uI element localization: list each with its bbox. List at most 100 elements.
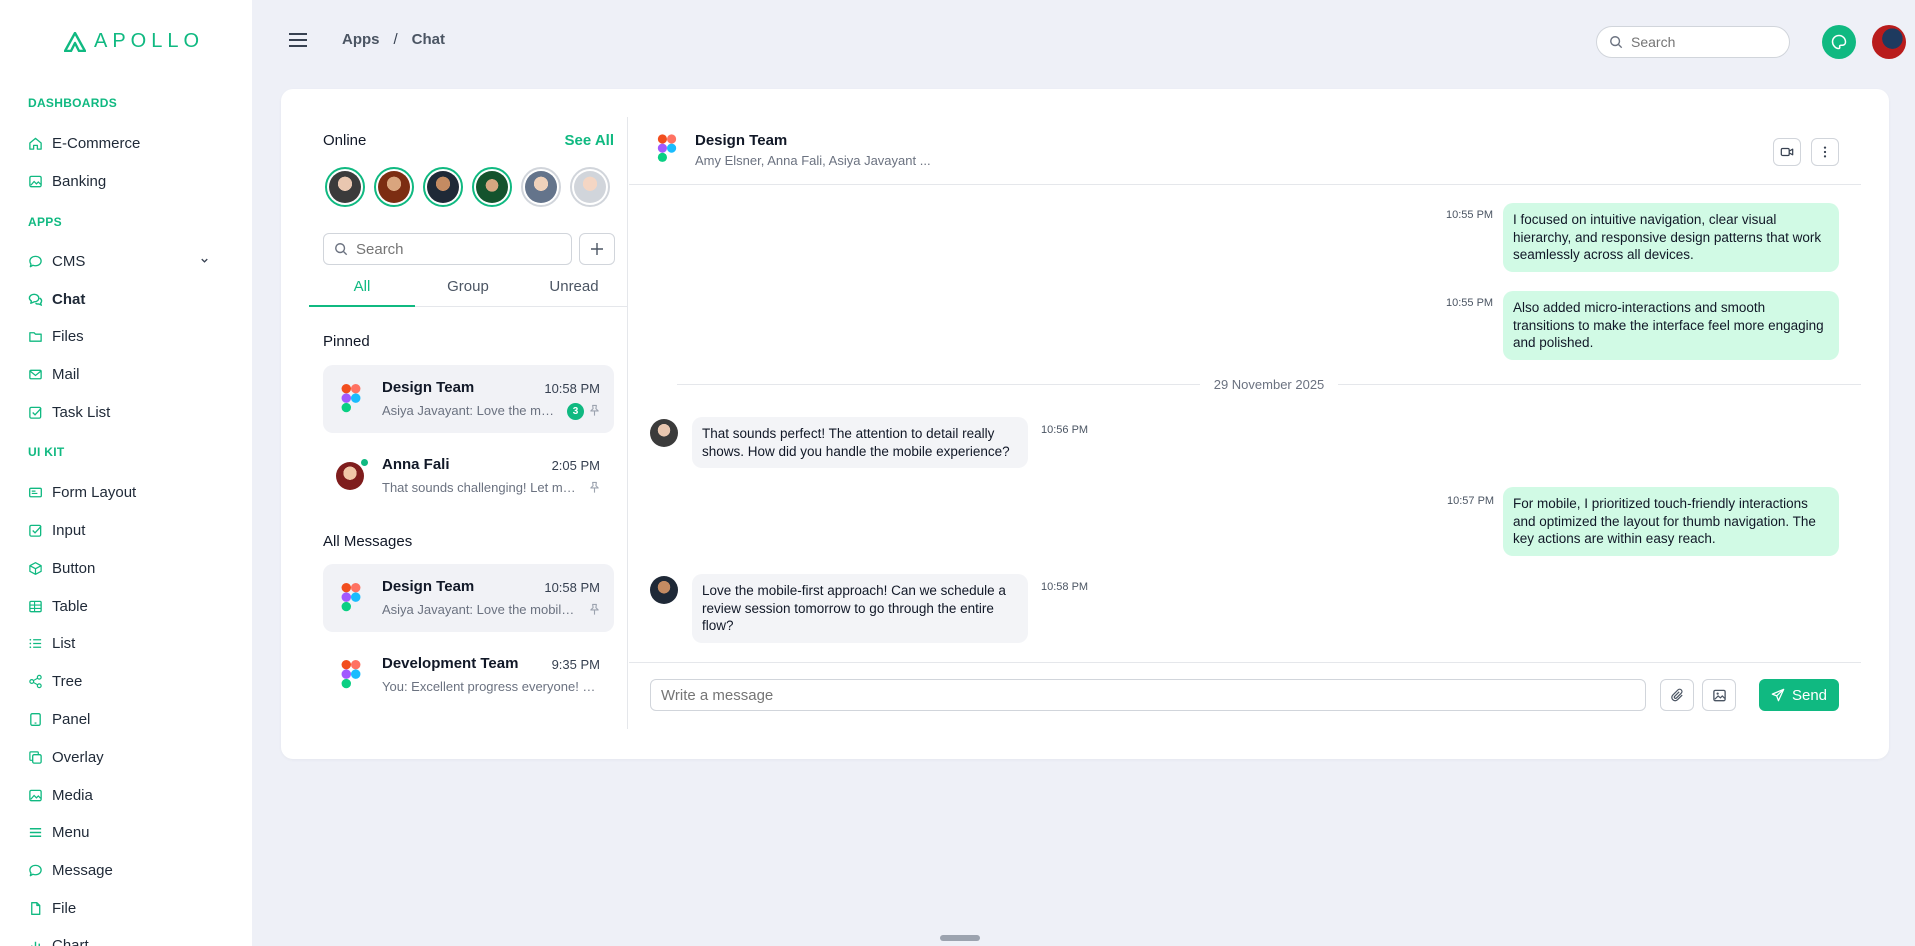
message-time: 10:55 PM xyxy=(1446,297,1494,309)
breadcrumb-chat[interactable]: Chat xyxy=(412,31,445,48)
logo[interactable]: APOLLO xyxy=(64,30,204,53)
id-card-icon xyxy=(28,485,43,500)
sidebar-item-banking[interactable]: Banking xyxy=(28,167,228,195)
figma-logo-icon xyxy=(657,134,677,162)
sidebar-item-table[interactable]: Table xyxy=(28,592,228,620)
chat-card: Online See All All Group Unread Pinned D… xyxy=(281,89,1889,759)
box-icon xyxy=(28,561,43,576)
message-time: 10:57 PM xyxy=(1447,495,1495,507)
breadcrumb-separator: / xyxy=(393,31,398,48)
conversation-item[interactable]: Anna Fali 2:05 PM That sounds challengin… xyxy=(323,442,614,510)
more-vertical-icon xyxy=(1823,146,1827,158)
chat-members: Amy Elsner, Anna Fali, Asiya Javayant ..… xyxy=(695,153,931,168)
all-messages-title: All Messages xyxy=(323,533,413,550)
send-label: Send xyxy=(1791,686,1828,704)
section-ui-kit: UI KIT xyxy=(28,445,65,459)
sidebar-item-button[interactable]: Button xyxy=(28,554,228,582)
figma-logo-icon xyxy=(341,383,361,413)
menu-icon xyxy=(28,825,43,840)
unread-badge: 3 xyxy=(567,403,584,420)
online-avatar[interactable] xyxy=(472,167,512,207)
sidebar-item-media[interactable]: Media xyxy=(28,781,228,809)
send-icon xyxy=(1771,688,1785,702)
pin-icon[interactable] xyxy=(588,404,601,417)
image-upload-button[interactable] xyxy=(1702,679,1736,711)
conversation-time: 9:35 PM xyxy=(551,657,600,672)
online-avatar[interactable] xyxy=(374,167,414,207)
online-avatar[interactable] xyxy=(423,167,463,207)
chevron-down-icon[interactable] xyxy=(199,255,210,266)
tab-unread[interactable]: Unread xyxy=(521,274,627,306)
conversation-preview: That sounds challenging! Let me know if … xyxy=(382,480,582,495)
sidebar-item-panel[interactable]: Panel xyxy=(28,705,228,733)
sender-avatar[interactable] xyxy=(650,419,678,447)
sender-avatar[interactable] xyxy=(650,576,678,604)
attach-button[interactable] xyxy=(1660,679,1694,711)
conversation-search[interactable] xyxy=(323,233,572,265)
sidebar-item-input[interactable]: Input xyxy=(28,516,228,544)
checkbox-icon xyxy=(28,523,43,538)
message-bubble-incoming: That sounds perfect! The attention to de… xyxy=(692,417,1028,469)
hamburger-menu-icon[interactable] xyxy=(288,32,308,48)
pin-icon[interactable] xyxy=(588,603,601,616)
theme-palette-button[interactable] xyxy=(1822,25,1856,59)
global-search-input[interactable] xyxy=(1631,34,1771,50)
global-search[interactable] xyxy=(1596,26,1790,58)
image-icon xyxy=(28,788,43,803)
more-options-button[interactable] xyxy=(1811,138,1839,166)
online-avatar[interactable] xyxy=(325,167,365,207)
topbar: Apps / Chat xyxy=(252,0,1915,84)
sidebar-item-tree[interactable]: Tree xyxy=(28,667,228,695)
sidebar-item-chat[interactable]: Chat xyxy=(28,285,228,313)
online-avatar[interactable] xyxy=(521,167,561,207)
sidebar-item-e-commerce[interactable]: E-Commerce xyxy=(28,129,228,157)
list-icon xyxy=(28,636,43,651)
tab-group[interactable]: Group xyxy=(415,274,521,306)
chat-bubble-icon xyxy=(28,863,43,878)
video-call-button[interactable] xyxy=(1773,138,1801,166)
sidebar-item-mail[interactable]: Mail xyxy=(28,360,228,388)
conversation-search-input[interactable] xyxy=(356,240,556,258)
conversation-preview: Asiya Javayant: Love the mobile-first ap… xyxy=(382,602,580,617)
new-conversation-button[interactable] xyxy=(579,233,615,265)
online-avatar[interactable] xyxy=(570,167,610,207)
sidebar-item-files[interactable]: Files xyxy=(28,322,228,350)
message-bubble-incoming: Love the mobile-first approach! Can we s… xyxy=(692,574,1028,643)
message-time: 10:58 PM xyxy=(1041,581,1089,593)
mail-icon xyxy=(28,367,43,382)
conversation-item[interactable]: Development Team 9:35 PM You: Excellent … xyxy=(323,641,614,709)
breadcrumb-apps[interactable]: Apps xyxy=(342,31,380,48)
sidebar-item-menu[interactable]: Menu xyxy=(28,818,228,846)
sidebar-item-form-layout[interactable]: Form Layout xyxy=(28,478,228,506)
message-bubble-outgoing: Also added micro-interactions and smooth… xyxy=(1503,291,1839,360)
message-time: 10:56 PM xyxy=(1041,424,1089,436)
see-all-link[interactable]: See All xyxy=(565,132,614,149)
figma-logo-icon xyxy=(341,582,361,612)
conversation-preview: You: Excellent progress everyone! Keep i… xyxy=(382,679,602,694)
conversation-name: Anna Fali xyxy=(382,456,450,473)
message-input[interactable] xyxy=(650,679,1646,711)
sidebar-item-file[interactable]: File xyxy=(28,894,228,922)
search-icon xyxy=(1610,36,1623,49)
online-title: Online xyxy=(323,132,367,149)
conversation-item[interactable]: Design Team 10:58 PM Asiya Javayant: Lov… xyxy=(323,564,614,632)
tab-all[interactable]: All xyxy=(309,274,415,307)
sidebar-item-chart[interactable]: Chart xyxy=(28,931,228,946)
sidebar-item-task-list[interactable]: Task List xyxy=(28,398,228,426)
chat-title: Design Team xyxy=(695,132,788,149)
conversation-item[interactable]: Design Team 10:58 PM Asiya Javayant: Lov… xyxy=(323,365,614,433)
sidebar-item-list[interactable]: List xyxy=(28,629,228,657)
sidebar-item-overlay[interactable]: Overlay xyxy=(28,743,228,771)
send-button[interactable]: Send xyxy=(1759,679,1839,711)
sidebar-item-cms[interactable]: CMS xyxy=(28,247,228,275)
message-time: 10:55 PM xyxy=(1446,209,1494,221)
conversation-list-panel: Online See All All Group Unread Pinned D… xyxy=(281,89,628,759)
pin-icon[interactable] xyxy=(588,481,601,494)
image-icon xyxy=(28,174,43,189)
file-icon xyxy=(28,901,43,916)
user-avatar[interactable] xyxy=(1872,25,1906,59)
scroll-handle[interactable] xyxy=(940,935,980,941)
sidebar-item-message[interactable]: Message xyxy=(28,856,228,884)
conversation-time: 10:58 PM xyxy=(544,580,600,595)
home-icon xyxy=(28,136,43,151)
